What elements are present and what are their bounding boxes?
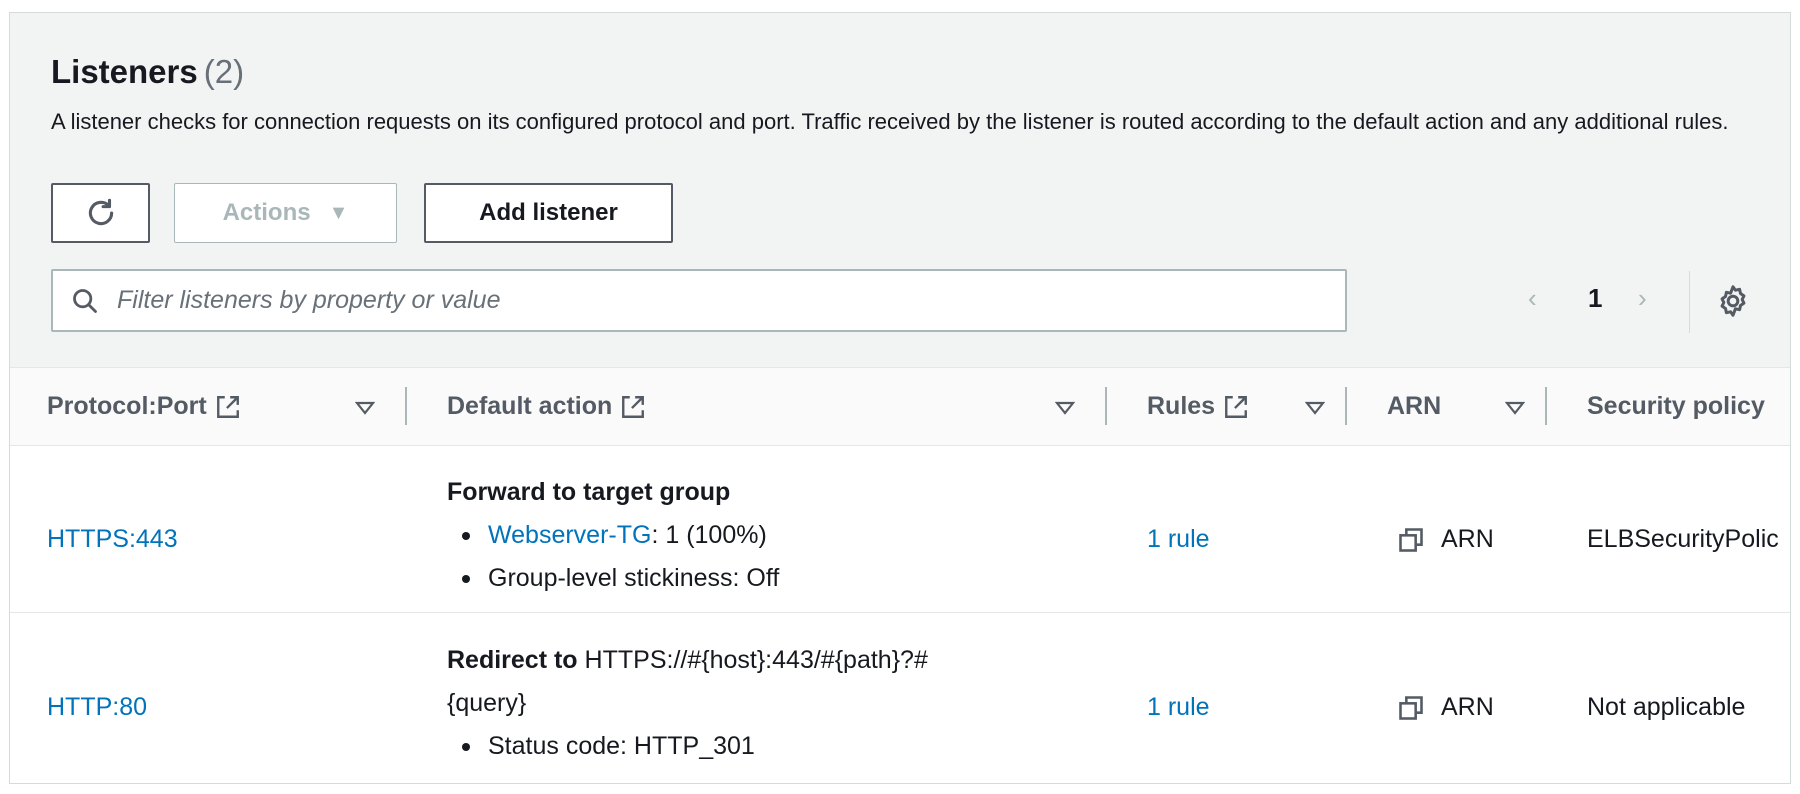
previous-page-button[interactable]: ‹	[1528, 283, 1537, 314]
action-details-list: Webserver-TG: 1 (100%) Group-level stick…	[447, 514, 779, 600]
action-title: Forward to target group	[447, 478, 731, 506]
redirect-url: HTTPS://#{host}:443/#{path}?#	[584, 646, 928, 674]
column-divider[interactable]	[405, 387, 407, 425]
column-label: Rules	[1147, 392, 1216, 420]
external-link-icon[interactable]	[1223, 394, 1249, 420]
table-row: HTTP:80 Redirect to HTTPS://#{host}:443/…	[10, 613, 1790, 783]
refresh-icon	[88, 198, 113, 226]
target-weight: : 1 (100%)	[651, 521, 767, 549]
actions-label: Actions	[222, 199, 311, 226]
column-divider[interactable]	[1105, 387, 1107, 425]
arn-cell: ARN	[1397, 693, 1494, 722]
column-label: Security policy	[1587, 392, 1765, 420]
default-action-cell: Forward to target group Webserver-TG: 1 …	[447, 471, 779, 600]
external-link-icon[interactable]	[620, 394, 646, 420]
panel-header: Listeners (2) A listener checks for conne…	[10, 13, 1790, 368]
column-header-rules[interactable]: Rules	[1147, 392, 1249, 421]
column-label: Protocol:Port	[47, 392, 207, 420]
rules-link[interactable]: 1 rule	[1147, 525, 1210, 554]
rules-link[interactable]: 1 rule	[1147, 693, 1210, 722]
copy-icon[interactable]	[1397, 526, 1425, 554]
list-item: Status code: HTTP_301	[447, 725, 928, 768]
sort-caret-icon[interactable]	[1305, 401, 1325, 415]
list-item: Group-level stickiness: Off	[447, 557, 779, 600]
listener-count: (2)	[203, 53, 245, 90]
column-divider[interactable]	[1545, 387, 1547, 425]
security-policy-value: ELBSecurityPolic	[1587, 525, 1779, 553]
arn-label: ARN	[1441, 525, 1494, 553]
list-item: Webserver-TG: 1 (100%)	[447, 514, 779, 557]
arn-cell: ARN	[1397, 525, 1494, 554]
target-group-link[interactable]: Webserver-TG	[488, 521, 651, 549]
column-divider[interactable]	[1345, 387, 1347, 425]
refresh-button[interactable]	[51, 183, 150, 243]
panel-description: A listener checks for connection request…	[51, 109, 1729, 134]
redirect-line: Redirect to HTTPS://#{host}:443/#{path}?…	[447, 639, 928, 682]
action-details-list: Status code: HTTP_301	[447, 725, 928, 768]
current-page-number[interactable]: 1	[1588, 283, 1602, 314]
protocol-port-link[interactable]: HTTP:80	[47, 693, 147, 722]
filter-search-box[interactable]	[51, 269, 1347, 332]
default-action-cell: Redirect to HTTPS://#{host}:443/#{path}?…	[447, 639, 928, 768]
redirect-url-continued: {query}	[447, 689, 527, 717]
sort-caret-icon[interactable]	[355, 401, 375, 415]
panel-title-text: Listeners	[51, 53, 198, 90]
gear-icon[interactable]	[1715, 283, 1751, 319]
column-label: ARN	[1387, 392, 1442, 420]
table-header: Protocol:Port Default action Rules ARN S…	[10, 368, 1790, 446]
pagination-divider	[1689, 271, 1690, 333]
table-row: HTTPS:443 Forward to target group Webser…	[10, 445, 1790, 613]
column-header-protocol-port[interactable]: Protocol:Port	[47, 392, 241, 421]
copy-icon[interactable]	[1397, 694, 1425, 722]
column-label: Default action	[447, 392, 613, 420]
column-header-arn[interactable]: ARN	[1387, 392, 1441, 421]
next-page-button[interactable]: ›	[1638, 283, 1647, 314]
external-link-icon[interactable]	[215, 394, 241, 420]
column-header-default-action[interactable]: Default action	[447, 392, 646, 421]
actions-dropdown-button[interactable]: Actions ▼	[174, 183, 397, 243]
panel-title: Listeners (2)	[51, 53, 244, 91]
action-title: Redirect to	[447, 646, 578, 674]
caret-down-icon: ▼	[328, 201, 349, 224]
sort-caret-icon[interactable]	[1055, 401, 1075, 415]
sort-caret-icon[interactable]	[1505, 401, 1525, 415]
add-listener-button[interactable]: Add listener	[424, 183, 673, 243]
security-policy-value: Not applicable	[1587, 693, 1746, 721]
column-header-security-policy[interactable]: Security policy	[1587, 392, 1765, 421]
listeners-panel: Listeners (2) A listener checks for conne…	[9, 12, 1791, 784]
protocol-port-link[interactable]: HTTPS:443	[47, 525, 178, 554]
arn-label: ARN	[1441, 693, 1494, 721]
search-icon	[69, 285, 101, 317]
filter-listeners-input[interactable]	[115, 285, 1319, 316]
